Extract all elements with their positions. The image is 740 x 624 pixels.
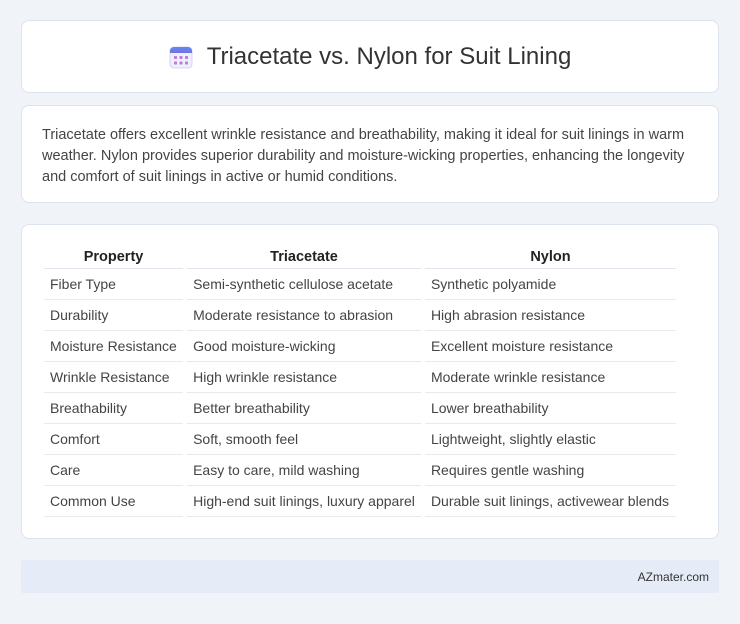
cell-triacetate: Semi-synthetic cellulose acetate [187, 269, 421, 300]
footer-site-link[interactable]: AZmater.com [638, 570, 709, 584]
cell-nylon: Synthetic polyamide [424, 269, 676, 300]
table-row: Breathability Better breathability Lower… [44, 393, 676, 424]
footer: AZmater.com [21, 560, 719, 593]
cell-triacetate: Good moisture-wicking [187, 331, 421, 362]
cell-nylon: Lower breathability [424, 393, 676, 424]
cell-nylon: High abrasion resistance [424, 300, 676, 331]
comparison-table: Property Triacetate Nylon Fiber Type Sem… [40, 245, 680, 517]
cell-triacetate: Soft, smooth feel [187, 424, 421, 455]
cell-triacetate: Better breathability [187, 393, 421, 424]
cell-property: Breathability [44, 393, 184, 424]
cell-property: Comfort [44, 424, 184, 455]
cell-nylon: Excellent moisture resistance [424, 331, 676, 362]
header-nylon: Nylon [424, 245, 676, 269]
table-row: Durability Moderate resistance to abrasi… [44, 300, 676, 331]
table-row: Care Easy to care, mild washing Requires… [44, 455, 676, 486]
calendar-icon [169, 45, 193, 69]
cell-property: Durability [44, 300, 184, 331]
cell-triacetate: Moderate resistance to abrasion [187, 300, 421, 331]
table-row: Moisture Resistance Good moisture-wickin… [44, 331, 676, 362]
cell-property: Wrinkle Resistance [44, 362, 184, 393]
table-row: Common Use High-end suit linings, luxury… [44, 486, 676, 517]
summary-text: Triacetate offers excellent wrinkle resi… [42, 127, 685, 185]
cell-nylon: Requires gentle washing [424, 455, 676, 486]
cell-property: Care [44, 455, 184, 486]
cell-triacetate: Easy to care, mild washing [187, 455, 421, 486]
cell-nylon: Durable suit linings, activewear blends [424, 486, 676, 517]
header-triacetate: Triacetate [187, 245, 421, 269]
table-row: Comfort Soft, smooth feel Lightweight, s… [44, 424, 676, 455]
table-row: Wrinkle Resistance High wrinkle resistan… [44, 362, 676, 393]
cell-triacetate: High-end suit linings, luxury apparel [187, 486, 421, 517]
title-wrap: Triacetate vs. Nylon for Suit Lining [169, 42, 572, 71]
header-property: Property [44, 245, 184, 269]
title-card: Triacetate vs. Nylon for Suit Lining [21, 20, 719, 93]
cell-property: Fiber Type [44, 269, 184, 300]
table-header-row: Property Triacetate Nylon [44, 245, 676, 269]
cell-triacetate: High wrinkle resistance [187, 362, 421, 393]
page-title: Triacetate vs. Nylon for Suit Lining [206, 42, 572, 70]
cell-nylon: Lightweight, slightly elastic [424, 424, 676, 455]
cell-nylon: Moderate wrinkle resistance [424, 362, 676, 393]
table-row: Fiber Type Semi-synthetic cellulose acet… [44, 269, 676, 300]
table-card: Property Triacetate Nylon Fiber Type Sem… [21, 224, 719, 539]
summary-card: Triacetate offers excellent wrinkle resi… [21, 105, 719, 203]
cell-property: Common Use [44, 486, 184, 517]
cell-property: Moisture Resistance [44, 331, 184, 362]
